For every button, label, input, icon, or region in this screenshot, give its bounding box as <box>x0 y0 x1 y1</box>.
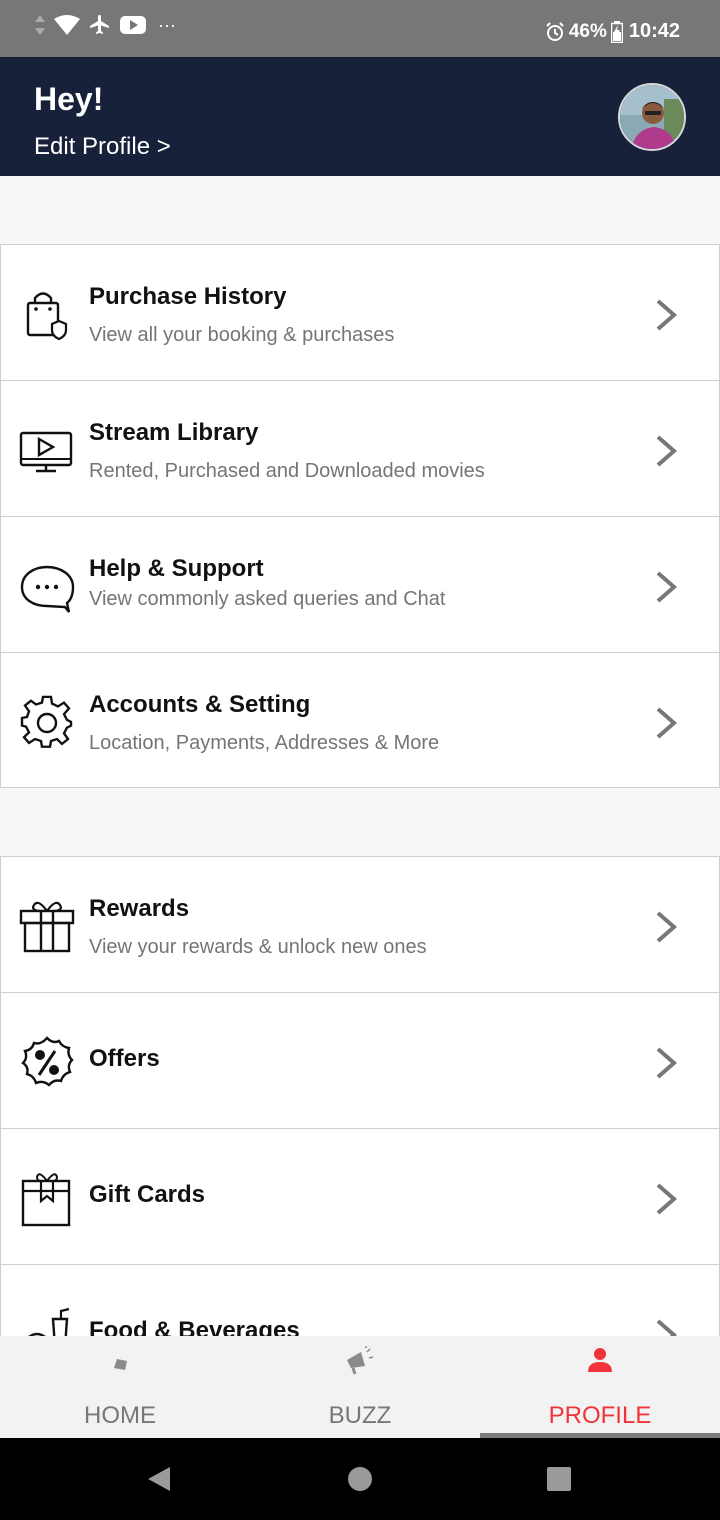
greeting-title: Hey! <box>34 81 104 117</box>
tv-play-icon <box>19 431 73 473</box>
shopping-bag-icon <box>26 292 68 341</box>
menu-title: Purchase History <box>89 283 287 310</box>
menu-title: Stream Library <box>89 419 259 446</box>
chevron-right-icon <box>656 1183 678 1215</box>
menu-item-purchase-history[interactable]: Purchase History View all your booking &… <box>0 244 720 380</box>
avatar[interactable] <box>618 83 686 151</box>
chevron-right-icon <box>656 1047 678 1079</box>
menu-item-accounts-setting[interactable]: Accounts & Setting Location, Payments, A… <box>0 652 720 788</box>
avatar-image <box>620 85 684 149</box>
menu-subtitle: Location, Payments, Addresses & More <box>89 732 440 754</box>
recents-square-icon[interactable] <box>544 1464 574 1494</box>
tab-label: HOME <box>84 1402 156 1429</box>
menu-title: Gift Cards <box>89 1181 206 1208</box>
wifi-icon <box>54 15 80 35</box>
gear-icon <box>20 695 73 748</box>
chevron-right-icon <box>656 571 678 603</box>
menu-subtitle: Rented, Purchased and Downloaded movies <box>89 460 485 482</box>
chat-bubble-icon <box>20 565 75 613</box>
edit-profile-link[interactable]: Edit Profile > <box>34 133 171 161</box>
chevron-right-icon <box>656 911 678 943</box>
menu-item-offers[interactable]: Offers <box>0 992 720 1128</box>
tab-label: BUZZ <box>328 1402 392 1429</box>
menu-subtitle: View your rewards & unlock new ones <box>89 936 427 958</box>
chevron-right-icon <box>656 707 678 739</box>
profile-header: Hey! Edit Profile > <box>0 57 720 176</box>
menu-item-stream-library[interactable]: Stream Library Rented, Purchased and Dow… <box>0 380 720 516</box>
battery-icon <box>610 20 623 43</box>
menu-title: Help & Support <box>89 555 264 582</box>
home-circle-icon[interactable] <box>345 1464 375 1494</box>
alarm-icon <box>546 21 564 41</box>
battery-percent: 46% <box>568 20 607 42</box>
status-more: ··· <box>158 14 176 35</box>
status-bar: ··· 46% 10:42 <box>0 0 720 57</box>
bottom-nav: HOME BUZZ PROFILE <box>0 1336 720 1438</box>
status-time: 10:42 <box>628 20 680 42</box>
gift-card-icon <box>21 1173 71 1227</box>
tab-label: PROFILE <box>548 1402 652 1429</box>
tab-buzz[interactable]: BUZZ <box>240 1336 480 1438</box>
home-icon <box>114 1359 127 1370</box>
youtube-icon <box>120 16 146 34</box>
airplane-icon <box>90 15 109 34</box>
megaphone-icon <box>347 1346 374 1375</box>
system-nav-bar <box>0 1438 720 1520</box>
gift-icon <box>19 901 75 953</box>
chevron-right-icon <box>656 435 678 467</box>
chevron-right-icon <box>656 299 678 331</box>
menu-group-secondary: Rewards View your rewards & unlock new o… <box>0 856 720 1400</box>
back-icon[interactable] <box>144 1464 174 1494</box>
menu-item-gift-cards[interactable]: Gift Cards <box>0 1128 720 1264</box>
person-icon <box>588 1348 612 1372</box>
menu-item-help-support[interactable]: Help & Support View commonly asked queri… <box>0 516 720 652</box>
menu-subtitle: View commonly asked queries and Chat <box>89 588 446 610</box>
menu-subtitle: View all your booking & purchases <box>89 324 395 346</box>
menu-item-rewards[interactable]: Rewards View your rewards & unlock new o… <box>0 856 720 992</box>
data-arrows-icon <box>35 15 45 35</box>
tab-home[interactable]: HOME <box>0 1336 240 1438</box>
offer-badge-icon <box>21 1036 74 1087</box>
tab-profile[interactable]: PROFILE <box>480 1336 720 1438</box>
status-left: ··· <box>34 13 176 37</box>
menu-title: Accounts & Setting <box>89 691 311 718</box>
menu-title: Rewards <box>89 895 190 922</box>
menu-title: Offers <box>89 1045 160 1072</box>
status-right: 46% 10:42 <box>545 20 680 43</box>
menu-group-primary: Purchase History View all your booking &… <box>0 244 720 788</box>
